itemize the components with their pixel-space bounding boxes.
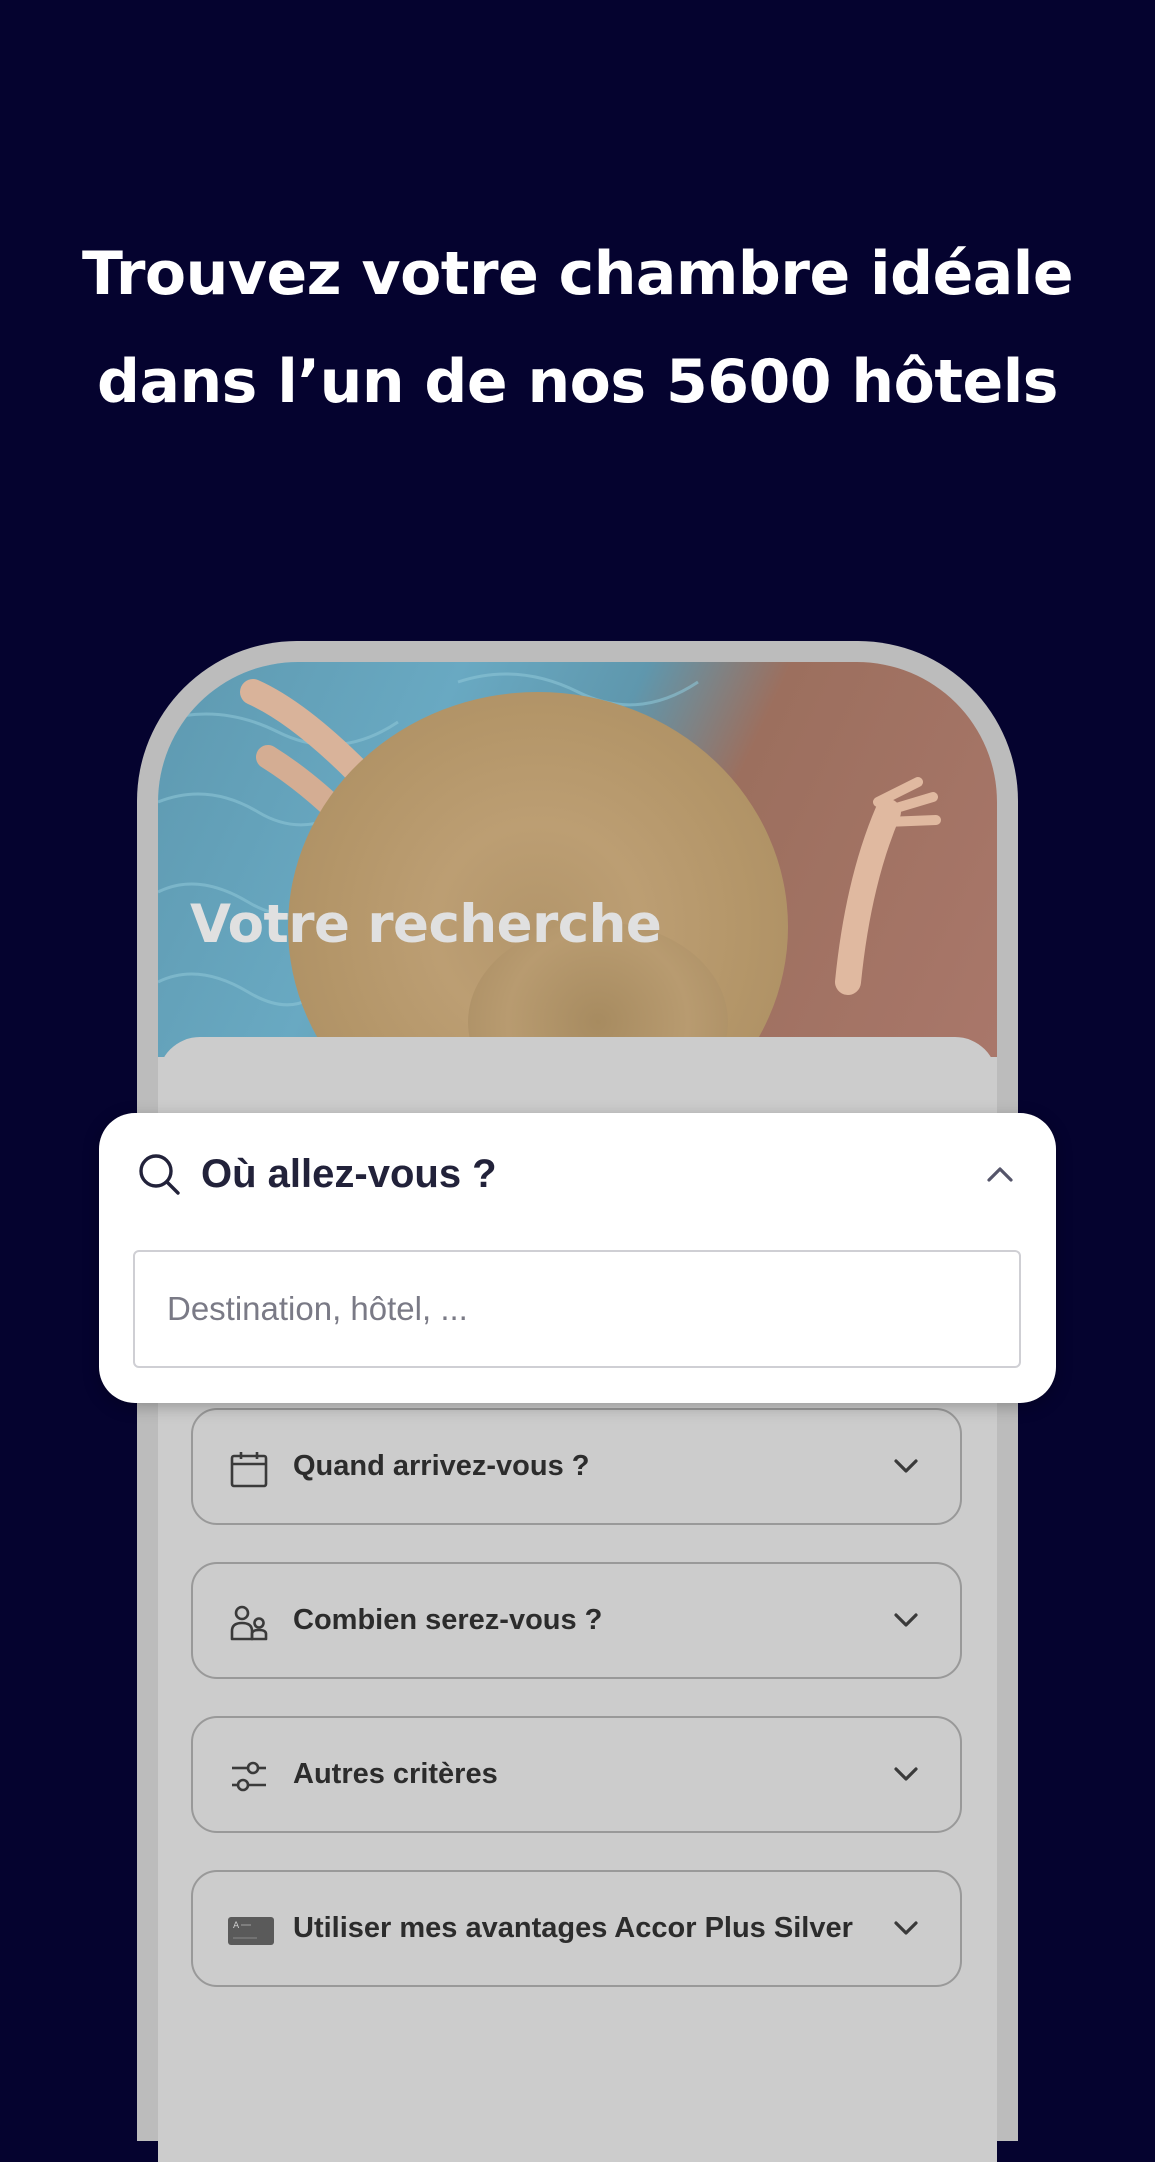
destination-search-input[interactable] bbox=[133, 1250, 1021, 1368]
other-criteria-selector[interactable]: Autres critères bbox=[191, 1716, 962, 1833]
arrival-date-selector[interactable]: Quand arrivez-vous ? bbox=[191, 1408, 962, 1525]
accor-plus-benefits-selector[interactable]: A Utiliser mes avantages Accor Plus Silv… bbox=[191, 1870, 962, 1987]
guests-selector[interactable]: Combien serez-vous ? bbox=[191, 1562, 962, 1679]
search-icon bbox=[139, 1154, 180, 1195]
membership-card-icon: A bbox=[228, 1917, 274, 1945]
chevron-down-icon bbox=[894, 1459, 918, 1473]
arrival-date-label: Quand arrivez-vous ? bbox=[293, 1450, 590, 1482]
chevron-up-icon[interactable] bbox=[984, 1159, 1016, 1191]
hero-image: Votre recherche bbox=[158, 662, 997, 1162]
headline-line-1: Trouvez votre chambre idéale bbox=[81, 239, 1074, 309]
destination-search-card: Où allez-vous ? bbox=[99, 1113, 1056, 1403]
headline-line-2: dans l’un de nos 5600 hôtels bbox=[97, 347, 1058, 417]
guests-label: Combien serez-vous ? bbox=[293, 1604, 603, 1636]
calendar-icon bbox=[230, 1452, 268, 1488]
promo-headline: Trouvez votre chambre idéale dans l’un d… bbox=[0, 220, 1155, 436]
filter-sliders-icon bbox=[232, 1761, 266, 1792]
people-icon bbox=[230, 1605, 268, 1641]
destination-search-title: Où allez-vous ? bbox=[201, 1152, 497, 1196]
chevron-down-icon bbox=[894, 1613, 918, 1627]
accor-plus-benefits-label: Utiliser mes avantages Accor Plus Silver bbox=[293, 1912, 853, 1944]
hero-title: Votre recherche bbox=[190, 894, 662, 955]
other-criteria-label: Autres critères bbox=[293, 1758, 498, 1790]
chevron-down-icon bbox=[894, 1767, 918, 1781]
svg-text:A: A bbox=[233, 1921, 240, 1931]
chevron-down-icon bbox=[894, 1921, 918, 1935]
